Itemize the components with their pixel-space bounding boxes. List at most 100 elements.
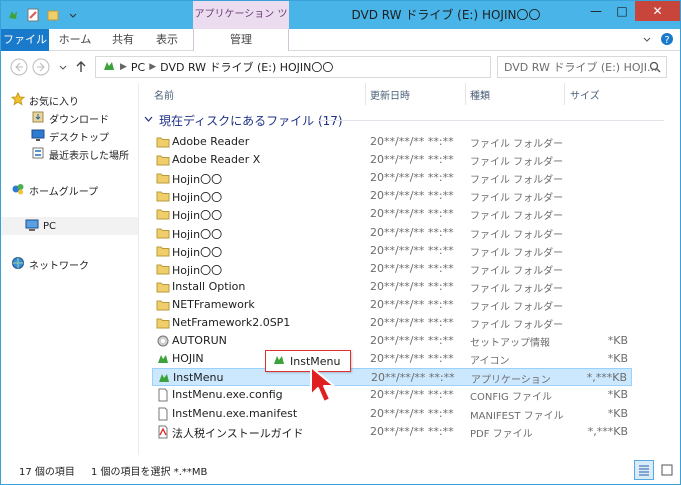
search-input[interactable]: DVD RW ドライブ (E:) HOJI... [497,56,667,78]
tab-home[interactable]: ホーム [55,29,95,51]
file-row[interactable]: Hojin〇〇 20**/**/** **:** ファイル フォルダー [152,242,632,260]
file-row[interactable]: NETFramework 20**/**/** **:** ファイル フォルダー [152,296,632,314]
file-date: 20**/**/** **:** [370,280,454,293]
nav-item-label: デスクトップ [49,132,109,144]
help-icon[interactable]: ? [660,32,674,46]
file-row[interactable]: Hojin〇〇 20**/**/** **:** ファイル フォルダー [152,260,632,278]
file-row[interactable]: AUTORUN 20**/**/** **:** セットアップ情報 *KB [152,332,632,350]
file-type: ファイル フォルダー [470,230,564,241]
file-type: ファイル フォルダー [470,284,564,295]
file-type: セットアップ情報 [470,338,550,349]
nav-item-label: お気に入り [29,96,79,108]
computer-icon [25,218,39,235]
column-header-name[interactable]: 名前 [154,87,174,102]
file-type: ファイル フォルダー [470,139,564,150]
file-name: Hojin〇〇 [172,209,223,222]
file-name: Adobe Reader [172,135,250,148]
column-divider[interactable] [564,83,565,105]
file-row[interactable]: Hojin〇〇 20**/**/** **:** ファイル フォルダー [152,187,632,205]
file-name: Install Option [172,280,246,293]
column-divider[interactable] [365,83,366,105]
file-date: 20**/**/** **:** [370,171,454,184]
new-folder-icon[interactable] [45,7,61,23]
file-type: ファイル フォルダー [470,320,564,331]
up-button[interactable] [71,57,91,77]
file-row[interactable]: InstMenu 20**/**/** **:** アプリケーション *,***KB [152,368,632,386]
nav-item-label: ダウンロード [49,114,109,126]
drive-icon[interactable] [5,7,21,23]
forward-button[interactable] [31,57,51,77]
chevron-right-icon[interactable]: ▶ [120,62,127,72]
nav-item-downloads[interactable]: ダウンロード [31,109,109,127]
file-row[interactable]: Hojin〇〇 20**/**/** **:** ファイル フォルダー [152,224,632,242]
file-row[interactable]: HOJIN 20**/**/** **:** アイコン *KB [152,350,632,368]
chevron-right-icon[interactable]: ▶ [149,62,156,72]
file-size: *,***KB [586,371,627,384]
file-name: Hojin〇〇 [172,246,223,259]
document-icon [156,407,170,421]
file-size: *KB [607,388,628,401]
file-row[interactable]: Hojin〇〇 20**/**/** **:** ファイル フォルダー [152,205,632,223]
recent-locations-icon[interactable] [53,57,73,77]
pdf-icon [156,425,170,439]
details-view-icon[interactable] [634,460,654,480]
file-row[interactable]: 法人税インストールガイド 20**/**/** **:** PDF ファイル *,**… [152,423,632,441]
minimize-button[interactable]: — [583,1,609,21]
search-icon[interactable] [649,61,661,76]
expand-ribbon-icon[interactable] [640,32,654,46]
file-row[interactable]: InstMenu.exe.manifest 20**/**/** **:** MAN… [152,405,632,423]
context-tab-header: アプリケーション ツール [193,1,289,48]
app-icon [156,352,170,366]
tab-manage[interactable]: 管理 [193,29,289,51]
maximize-button[interactable]: □ [609,1,635,21]
folder-icon [156,226,170,240]
file-type: MANIFEST ファイル [470,411,564,422]
file-name: NetFramework2.0SP1 [172,316,291,329]
large-icons-view-icon[interactable] [657,460,677,480]
nav-item-pc[interactable]: PC [1,217,138,235]
file-row[interactable]: Adobe Reader 20**/**/** **:** ファイル フォルダー [152,133,632,151]
breadcrumb-pc[interactable]: PC [131,61,145,74]
app-icon [157,371,171,385]
back-button[interactable] [9,57,29,77]
tab-share[interactable]: 共有 [105,29,141,51]
file-row[interactable]: Hojin〇〇 20**/**/** **:** ファイル フォルダー [152,169,632,187]
setup-info-icon [156,334,170,348]
ribbon-tabs: ファイル ホーム 共有 表示 管理 ? [1,29,680,51]
file-row[interactable]: InstMenu.exe.config 20**/**/** **:** CONFI… [152,386,632,404]
column-header-size[interactable]: サイズ [570,87,600,102]
file-name: InstMenu [173,371,224,384]
file-name: Adobe Reader X [172,153,261,166]
file-name: HOJIN [172,352,204,365]
window-title: DVD RW ドライブ (E:) HOJIN〇〇 [351,8,541,22]
file-type: ファイル フォルダー [470,211,564,222]
folder-icon [156,298,170,312]
nav-item-network[interactable]: ネットワーク [11,255,89,273]
chevron-down-icon[interactable] [65,7,81,23]
file-row[interactable]: Adobe Reader X 20**/**/** **:** ファイル フォルダー [152,151,632,169]
properties-icon[interactable] [25,7,41,23]
column-header-type[interactable]: 種類 [470,87,490,102]
breadcrumb-drive[interactable]: DVD RW ドライブ (E:) HOJIN〇〇 [160,59,333,75]
close-button[interactable]: ✕ [635,1,680,21]
file-name: Hojin〇〇 [172,228,223,241]
file-row[interactable]: Install Option 20**/**/** **:** ファイル フォルダー [152,278,632,296]
folder-icon [156,189,170,203]
address-bar[interactable]: ▶ PC ▶ DVD RW ドライブ (E:) HOJIN〇〇 [95,56,491,78]
file-row[interactable]: NetFramework2.0SP1 20**/**/** **:** ファイル フ… [152,314,632,332]
nav-item-homegroup[interactable]: ホームグループ [11,181,98,199]
tab-view[interactable]: 表示 [147,29,187,51]
folder-icon [156,262,170,276]
column-header-date[interactable]: 更新日時 [370,87,410,102]
quick-access-toolbar [5,5,81,25]
column-divider[interactable] [465,83,466,105]
nav-item-favorites[interactable]: お気に入り [10,91,79,109]
nav-item-recent[interactable]: 最近表示した場所 [31,145,129,163]
tab-file[interactable]: ファイル [1,29,49,51]
file-size: *KB [607,352,628,365]
file-date: 20**/**/** **:** [370,189,454,202]
chevron-down-icon[interactable] [144,113,153,127]
nav-item-desktop[interactable]: デスクトップ [31,127,109,145]
nav-item-label: ネットワーク [29,260,89,272]
file-type: アイコン [470,356,510,367]
